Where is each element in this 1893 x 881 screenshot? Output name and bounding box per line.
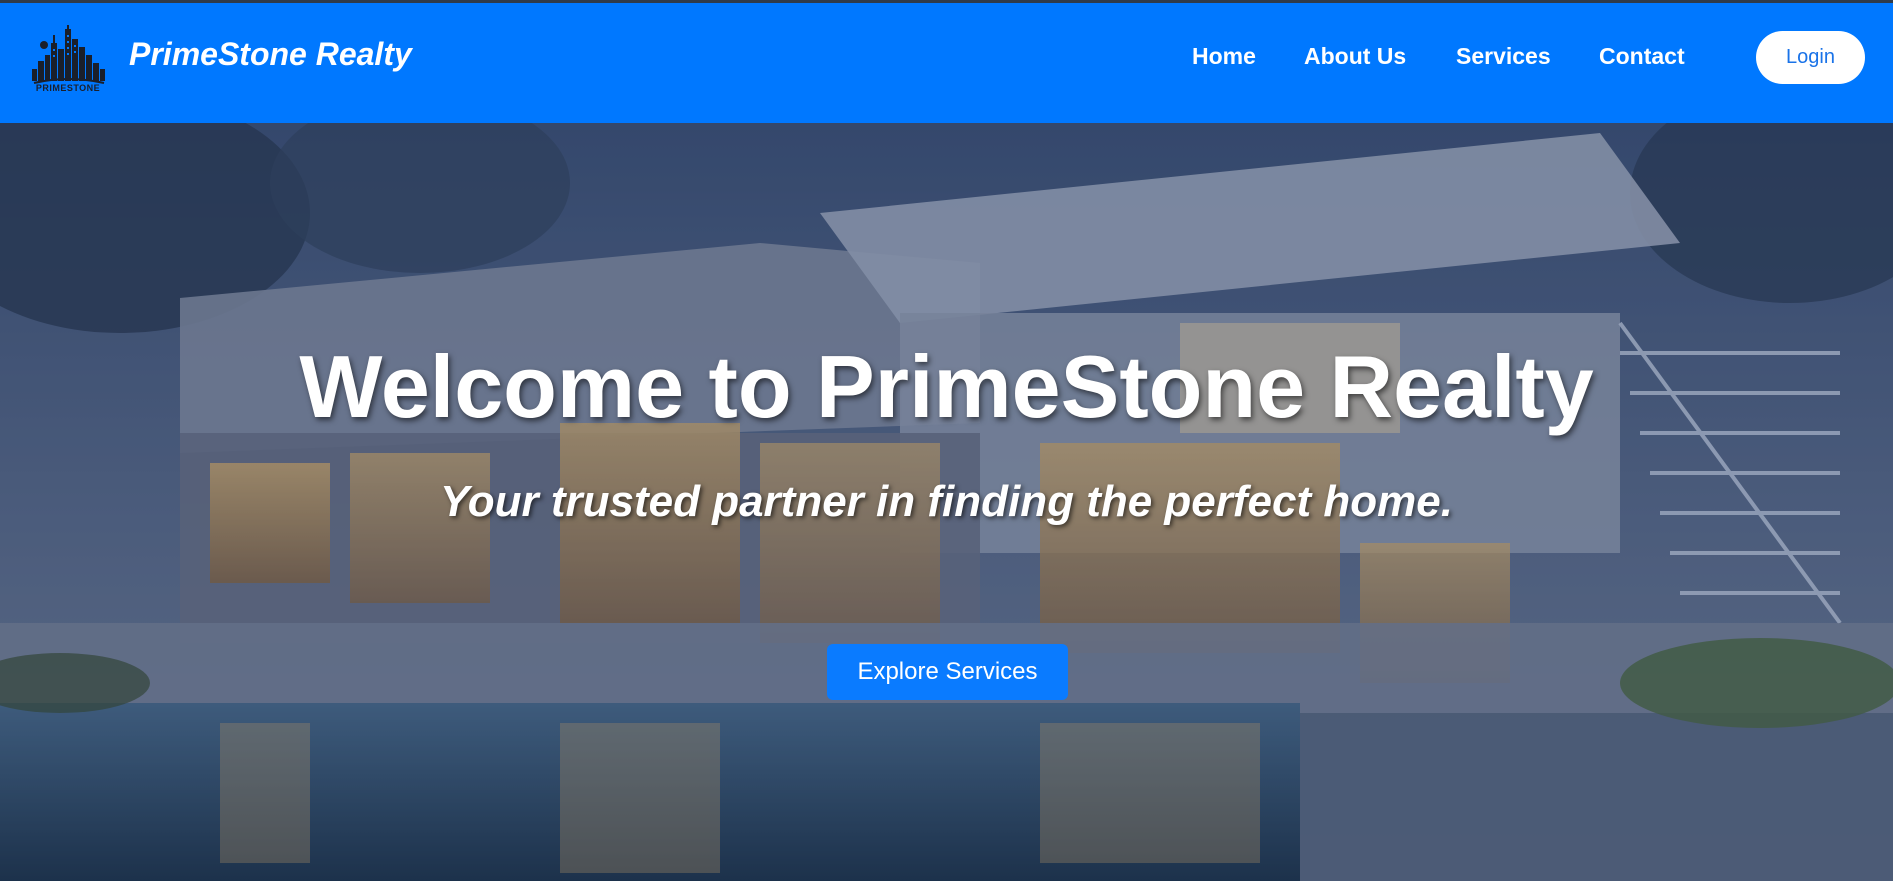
logo-wordmark: PRIMESTONE <box>35 83 101 93</box>
hero-subtitle: Your trusted partner in finding the perf… <box>440 477 1453 526</box>
nav-link-services[interactable]: Services <box>1456 43 1551 70</box>
nav-link-home[interactable]: Home <box>1192 43 1256 70</box>
brand-name[interactable]: PrimeStone Realty <box>129 36 412 73</box>
hero-section: Welcome to PrimeStone Realty Your truste… <box>0 123 1893 881</box>
page: PRIMESTONE PrimeStone Realty Home About … <box>0 0 1893 881</box>
login-button[interactable]: Login <box>1756 31 1865 84</box>
skyline-logo-icon <box>32 25 105 84</box>
hero-title: Welcome to PrimeStone Realty <box>299 337 1594 436</box>
brand-logo[interactable]: PRIMESTONE <box>30 25 106 97</box>
nav-link-contact[interactable]: Contact <box>1599 43 1685 70</box>
navbar: PRIMESTONE PrimeStone Realty Home About … <box>0 3 1893 123</box>
explore-services-button[interactable]: Explore Services <box>827 644 1068 700</box>
nav-link-about-us[interactable]: About Us <box>1304 43 1406 70</box>
